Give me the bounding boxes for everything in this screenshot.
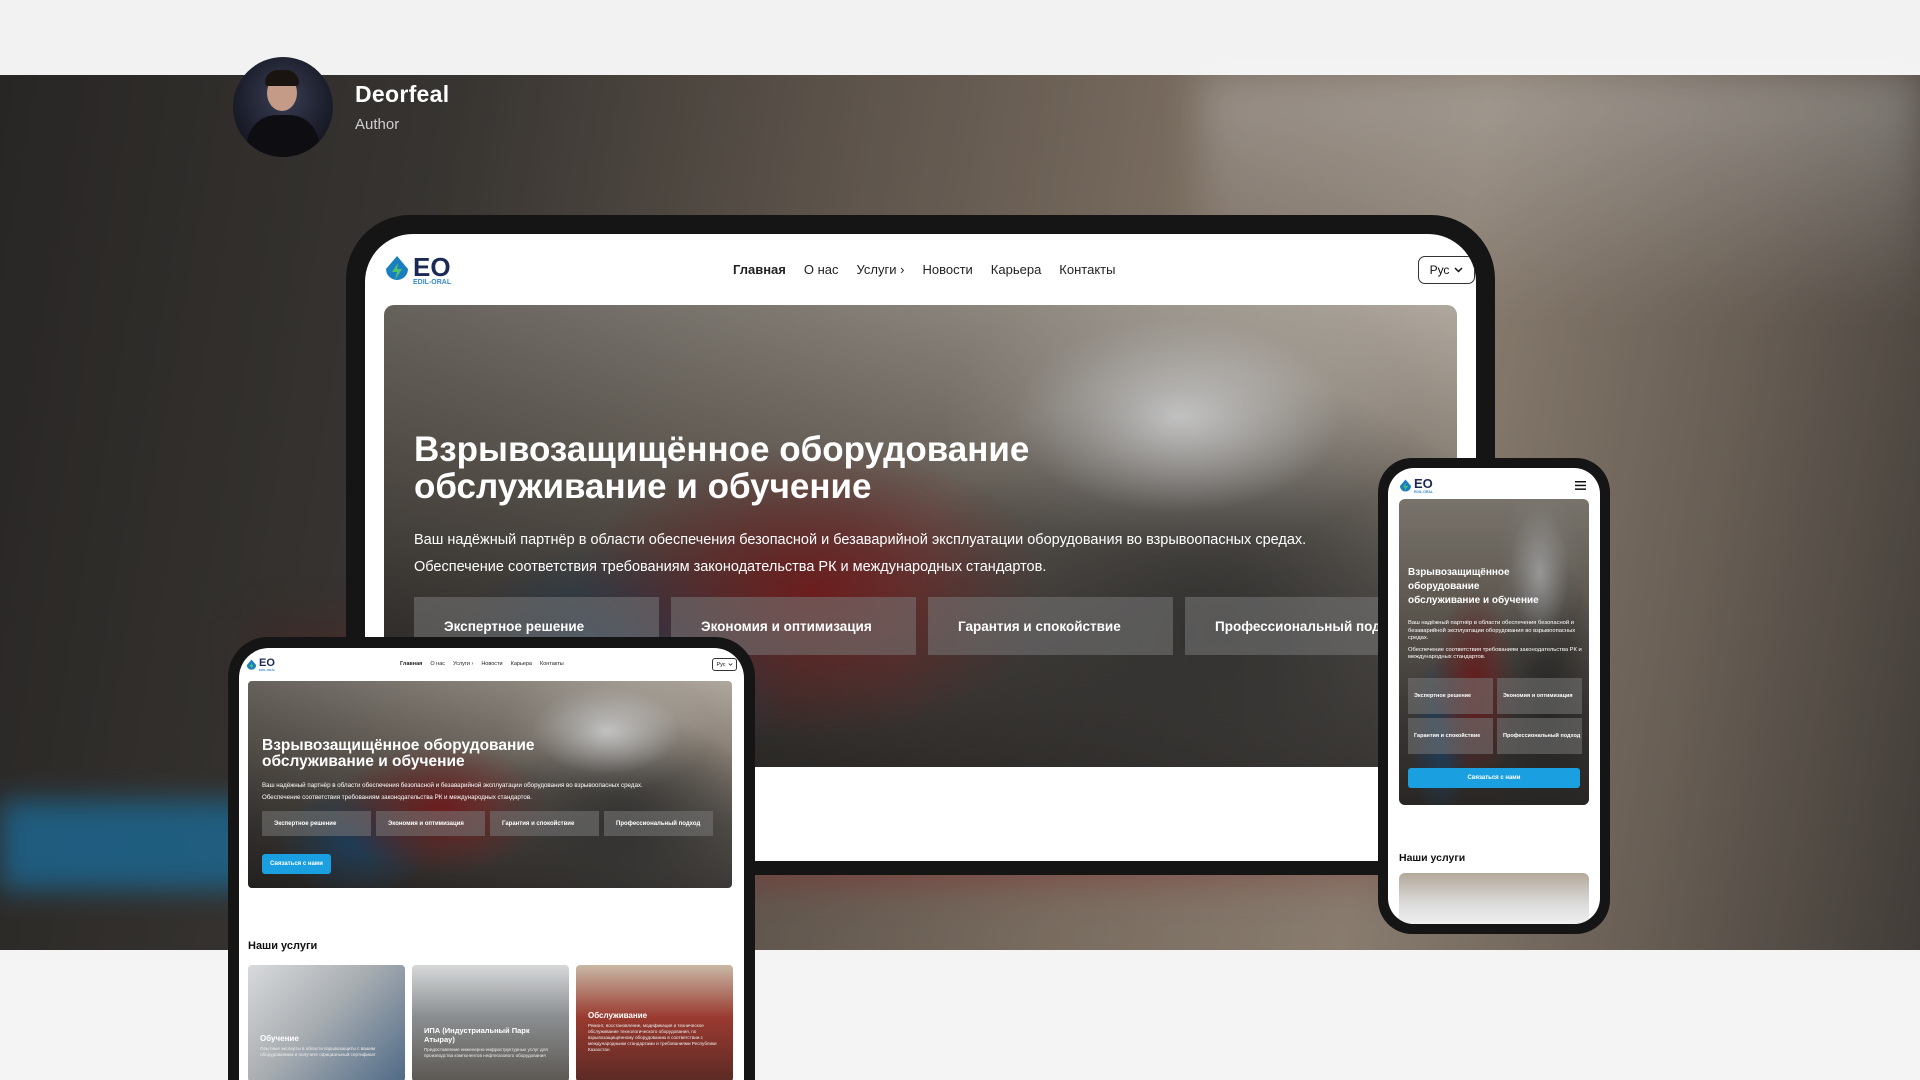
- site-logo[interactable]: EO EDIL-ORAL: [1399, 477, 1433, 494]
- phone-mockup: EO EDIL-ORAL Взрывозащищённое оборудован…: [1378, 458, 1610, 934]
- site-logo[interactable]: EO EDIL-ORAL: [246, 658, 275, 672]
- chevron-down-icon: [728, 663, 733, 666]
- service-card[interactable]: ИПА (Индустриальный Парк Атырау) Предост…: [412, 965, 569, 1080]
- nav-contacts[interactable]: Контакты: [1059, 262, 1115, 277]
- nav-about[interactable]: О нас: [804, 262, 839, 277]
- logo-text: EO: [413, 251, 451, 282]
- avatar[interactable]: [233, 57, 333, 157]
- hero-banner: Взрывозащищённое оборудование обслуживан…: [248, 681, 732, 888]
- lightning-drop-icon: [1400, 479, 1411, 491]
- nav-news[interactable]: Новости: [481, 661, 502, 667]
- main-nav: Главная О нас Услуги › Новости Карьера К…: [400, 661, 564, 667]
- hero-description: Ваш надёжный партнёр в области обеспечен…: [414, 532, 1307, 575]
- contact-us-button[interactable]: Связаться с нами: [1408, 768, 1580, 788]
- lightning-drop-icon: [386, 256, 408, 280]
- logo-subtext: EDIL-ORAL: [413, 278, 452, 286]
- author-role: Author: [355, 116, 400, 133]
- feature-chip: Гарантия и спокойствие: [928, 597, 1173, 655]
- hero-banner: Взрывозащищённое оборудование обслуживан…: [1399, 499, 1589, 805]
- nav-about[interactable]: О нас: [430, 661, 445, 667]
- lightning-drop-icon: [246, 659, 257, 670]
- nav-home[interactable]: Главная: [733, 262, 786, 277]
- nav-news[interactable]: Новости: [922, 262, 972, 277]
- site-header: EO EDIL-ORAL: [1399, 472, 1589, 500]
- site-logo[interactable]: EO EDIL-ORAL: [384, 251, 452, 286]
- hero-features: Экспертное решение Экономия и оптимизаци…: [262, 811, 713, 836]
- nav-services[interactable]: Услуги ›: [857, 262, 905, 277]
- hero-description: Ваш надёжный партнёр в области обеспечен…: [262, 782, 643, 801]
- service-card[interactable]: [1399, 873, 1589, 924]
- services-heading: Наши услуги: [1399, 852, 1466, 864]
- service-card[interactable]: Обучение Опытные эксперты в области взры…: [248, 965, 405, 1080]
- author-name[interactable]: Deorfeal: [355, 81, 449, 108]
- hero-title: Взрывозащищённое оборудование обслуживан…: [414, 430, 1030, 506]
- hero-title: Взрывозащищённое оборудование обслуживан…: [1408, 567, 1539, 606]
- nav-contacts[interactable]: Контакты: [540, 661, 564, 667]
- hero-features: Экспертное решение Экономия и оптимизаци…: [1408, 678, 1583, 754]
- site-header: EO EDIL-ORAL Главная О нас Услуги › Ново…: [246, 648, 737, 682]
- main-nav: Главная О нас Услуги › Новости Карьера К…: [733, 262, 1115, 277]
- nav-services[interactable]: Услуги ›: [453, 661, 473, 667]
- language-select[interactable]: Рус: [712, 658, 737, 671]
- chevron-down-icon: [1454, 267, 1463, 273]
- site-header: EO EDIL-ORAL Главная О нас Услуги › Ново…: [384, 234, 1475, 306]
- language-label: Рус: [1429, 263, 1450, 277]
- phone-screen: EO EDIL-ORAL Взрывозащищённое оборудован…: [1388, 468, 1600, 924]
- hamburger-menu-icon[interactable]: [1575, 481, 1586, 490]
- services-heading: Наши услуги: [248, 940, 318, 952]
- nav-home[interactable]: Главная: [400, 661, 422, 667]
- language-select[interactable]: Рус: [1418, 256, 1475, 284]
- hero-description: Ваш надёжный партнёр в области обеспечен…: [1408, 620, 1582, 660]
- author-block: Deorfeal Author: [233, 57, 449, 157]
- hero-title: Взрывозащищённое оборудование обслуживан…: [262, 737, 535, 771]
- tablet-screen: EO EDIL-ORAL Главная О нас Услуги › Ново…: [239, 648, 744, 1080]
- nav-career[interactable]: Карьера: [511, 661, 532, 667]
- nav-career[interactable]: Карьера: [991, 262, 1042, 277]
- contact-us-button[interactable]: Связаться с нами: [262, 854, 331, 874]
- services-cards: Обучение Опытные эксперты в области взры…: [248, 965, 733, 1080]
- tablet-mockup: EO EDIL-ORAL Главная О нас Услуги › Ново…: [228, 637, 755, 1080]
- chevron-right-icon: ›: [900, 262, 905, 277]
- service-card[interactable]: Обслуживание Ремонт, восстановление, мод…: [576, 965, 733, 1080]
